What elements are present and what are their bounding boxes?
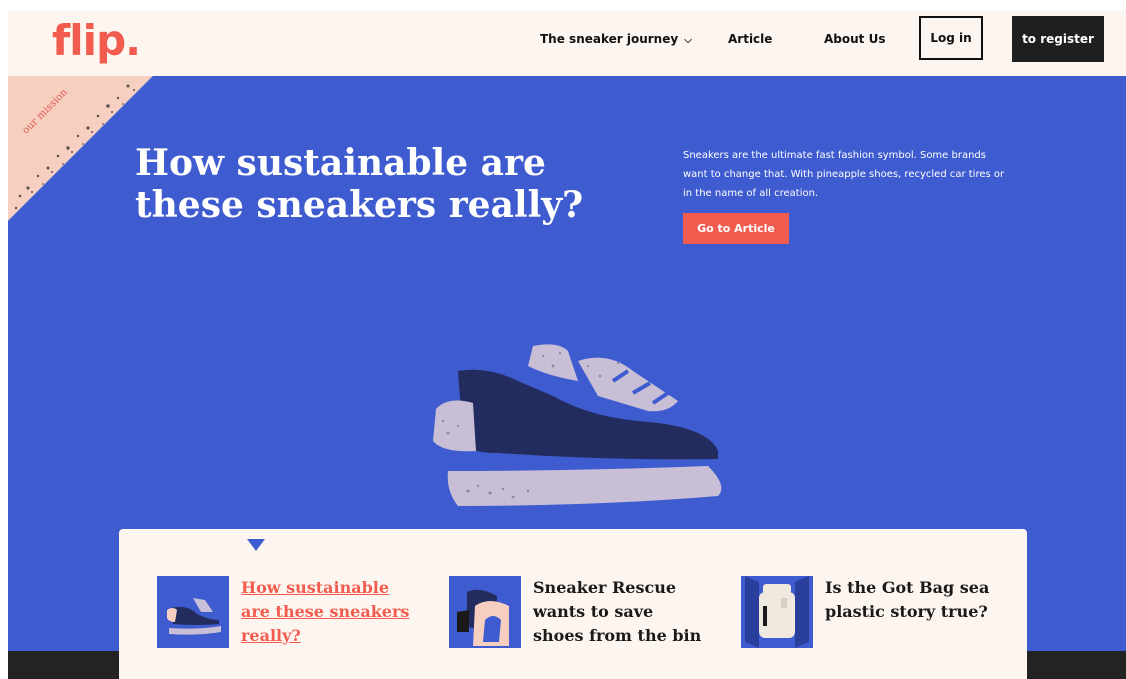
nav-sneaker-journey[interactable]: The sneaker journey ⌵ [540, 32, 692, 46]
story-title[interactable]: How sustainable are these sneakers reall… [241, 576, 417, 648]
hero-description: Sneakers are the ultimate fast fashion s… [683, 150, 1005, 199]
story-item[interactable]: Is the Got Bag sea plastic story true? [741, 576, 1001, 648]
hero-title: How sustainable are these sneakers reall… [135, 142, 584, 226]
site-header: flip. The sneaker journey ⌵ Article About… [8, 10, 1126, 76]
sneaker-thumb-icon [157, 576, 229, 648]
sneaker-rescue-thumb-icon [449, 576, 521, 648]
page: flip. The sneaker journey ⌵ Article About… [8, 10, 1126, 679]
sneaker-illustration-icon [433, 344, 722, 506]
nav-about-us[interactable]: About Us [824, 32, 885, 46]
chevron-down-icon: ⌵ [684, 35, 692, 46]
register-button[interactable]: to register [1012, 16, 1104, 62]
logo[interactable]: flip. [52, 16, 141, 65]
login-button[interactable]: Log in [919, 16, 983, 60]
story-item[interactable]: Sneaker Rescue wants to save shoes from … [449, 576, 709, 648]
backpack-thumb-icon [741, 576, 813, 648]
nav-article[interactable]: Article [728, 32, 772, 46]
story-title[interactable]: Is the Got Bag sea plastic story true? [825, 576, 1001, 648]
story-item[interactable]: How sustainable are these sneakers reall… [157, 576, 417, 648]
card-notch [247, 539, 265, 551]
nav-sneaker-journey-label: The sneaker journey [540, 32, 679, 46]
story-title[interactable]: Sneaker Rescue wants to save shoes from … [533, 576, 709, 648]
go-to-article-button[interactable]: Go to Article [683, 213, 789, 244]
